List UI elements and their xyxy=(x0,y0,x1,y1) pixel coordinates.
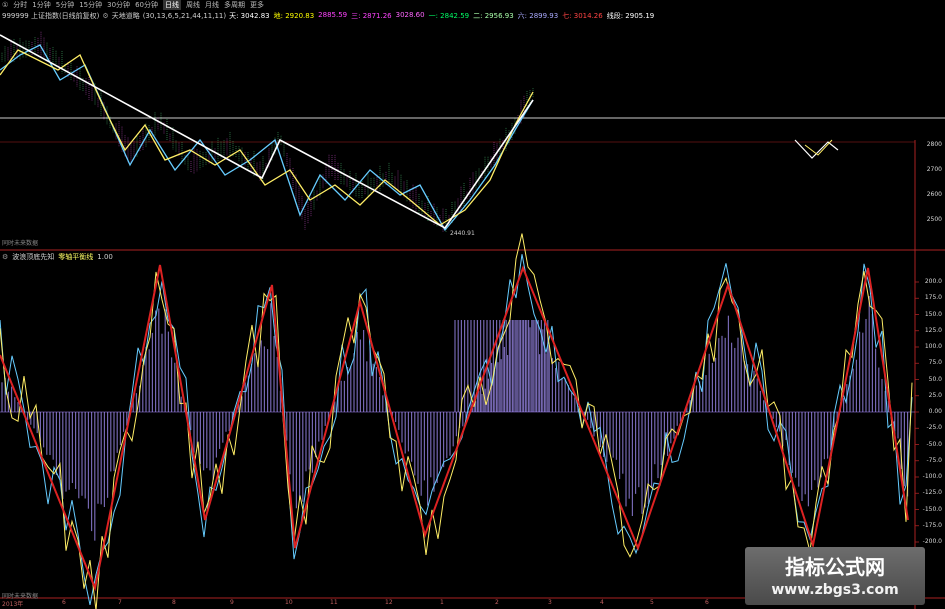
x-tick-label: 4 xyxy=(600,599,604,606)
top-future-label: 同时未来数据 xyxy=(2,240,39,247)
watermark-title: 指标公式网 xyxy=(785,555,885,579)
top-yellow-line xyxy=(0,49,534,226)
chart-canvas[interactable] xyxy=(0,0,945,609)
y-tick-label: 125.0 xyxy=(924,326,942,334)
low-price-label: 2440.91 xyxy=(450,230,475,237)
histogram-mask xyxy=(455,268,550,320)
x-tick-label: 9 xyxy=(230,599,234,606)
y-tick-label: -25.0 xyxy=(926,424,942,432)
x-tick-label: 6 xyxy=(705,599,709,606)
right-trend-fragment xyxy=(794,139,839,159)
y-tick-label: 75.0 xyxy=(928,359,942,367)
x-tick-label: 11 xyxy=(330,599,338,606)
top-trend-line xyxy=(0,34,534,230)
x-tick-label: 6 xyxy=(62,599,66,606)
y-tick-label: -125.0 xyxy=(922,489,942,497)
x-tick-label: 1 xyxy=(440,599,444,606)
y-tick-label: -150.0 xyxy=(922,505,942,513)
x-tick-label: 3 xyxy=(548,599,552,606)
y-tick-label: -75.0 xyxy=(926,456,942,464)
x-tick-label: 10 xyxy=(285,599,293,606)
y-tick-label: -50.0 xyxy=(926,440,942,448)
y-tick-label: 50.0 xyxy=(928,375,942,383)
x-tick-label: 8 xyxy=(172,599,176,606)
y-tick-label: 100.0 xyxy=(924,343,942,350)
x-tick-label: 12 xyxy=(385,599,393,606)
watermark-url: www.zbgs3.com xyxy=(771,582,899,598)
y-tick-label: 200.0 xyxy=(924,278,942,285)
y-tick-label: 2800 xyxy=(926,141,942,148)
y-tick-label: 150.0 xyxy=(924,310,942,318)
y-tick-label: -200.0 xyxy=(922,538,942,545)
y-tick-label: -100.0 xyxy=(922,473,942,480)
y-tick-label: 2600 xyxy=(926,191,942,198)
watermark-badge: 指标公式网 www.zbgs3.com xyxy=(745,547,925,605)
y-tick-label: 2700 xyxy=(926,166,942,173)
y-tick-label: 175.0 xyxy=(924,294,942,302)
x-tick-label: 2013年 xyxy=(2,601,24,608)
y-tick-label: 2500 xyxy=(926,216,942,223)
y-tick-label: -175.0 xyxy=(922,521,942,529)
x-tick-label: 5 xyxy=(650,599,654,606)
x-tick-label: 2 xyxy=(495,599,499,606)
y-tick-label: 25.0 xyxy=(928,391,942,399)
red-zigzag-line xyxy=(0,264,909,592)
y-tick-label: 0.00 xyxy=(928,408,942,415)
x-tick-label: 7 xyxy=(118,599,122,606)
